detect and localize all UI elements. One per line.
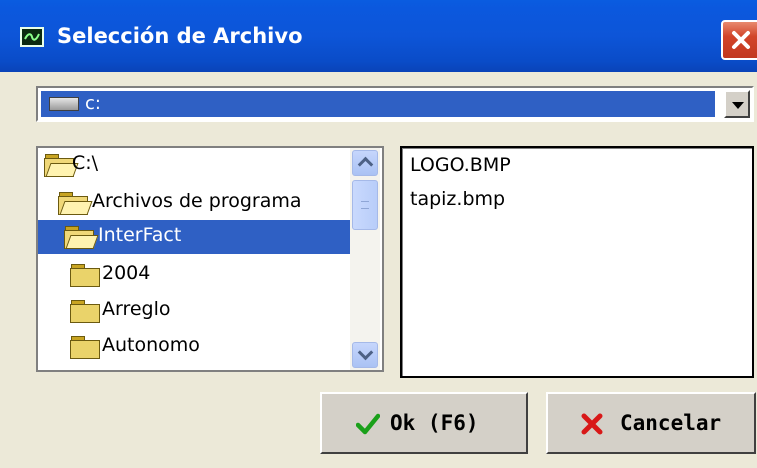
tree-item-label: Autonomo (102, 334, 200, 356)
title-bar[interactable]: Selección de Archivo (0, 0, 757, 72)
app-window-icon (20, 27, 44, 47)
tree-item[interactable]: C:\ (38, 148, 350, 182)
tree-item[interactable]: Autonomo (38, 330, 350, 364)
tree-item-label: 2004 (102, 262, 151, 284)
cancel-button[interactable]: Cancelar (546, 392, 756, 454)
hard-drive-icon (49, 97, 79, 111)
tree-item-label: InterFact (98, 224, 182, 246)
scroll-down-button[interactable] (352, 342, 378, 368)
folder-open-icon (44, 154, 79, 177)
checkmark-icon (356, 413, 380, 435)
drive-selected-item[interactable]: c: (41, 91, 715, 117)
x-mark-icon (581, 413, 603, 435)
dropdown-arrow-button[interactable] (724, 90, 750, 118)
folder-icon (70, 300, 100, 323)
tree-item-label: Arreglo (102, 298, 171, 320)
tree-item[interactable]: Archivos de programa (38, 186, 350, 220)
file-item[interactable]: tapiz.bmp (410, 188, 505, 210)
tree-item[interactable]: 2004 (38, 258, 350, 292)
file-selection-dialog: Selección de Archivo c: C:\ Archivos de … (0, 0, 757, 468)
folder-open-icon (58, 192, 93, 215)
file-item[interactable]: LOGO.BMP (410, 154, 511, 176)
ok-button-label: Ok (F6) (390, 411, 479, 435)
tree-scrollbar[interactable] (350, 148, 380, 370)
folder-icon (70, 336, 100, 359)
drive-combobox[interactable]: c: (36, 86, 754, 122)
dialog-title: Selección de Archivo (57, 24, 303, 48)
scroll-up-button[interactable] (352, 150, 378, 176)
directory-tree[interactable]: C:\ Archivos de programa InterFact 2004 … (36, 146, 384, 372)
close-button[interactable] (721, 20, 757, 60)
tree-item-label: Archivos de programa (92, 190, 302, 212)
cancel-button-label: Cancelar (620, 411, 722, 435)
tree-item[interactable]: Arreglo (38, 294, 350, 328)
tree-item-selected[interactable]: InterFact (38, 220, 350, 254)
tree-item-label: C:\ (72, 152, 99, 174)
file-list[interactable]: LOGO.BMP tapiz.bmp (400, 146, 754, 378)
ok-button[interactable]: Ok (F6) (320, 392, 528, 454)
folder-open-icon (64, 226, 99, 249)
folder-icon (70, 264, 100, 287)
drive-label: c: (85, 93, 101, 114)
scroll-thumb[interactable] (352, 180, 378, 230)
close-icon (732, 31, 750, 49)
